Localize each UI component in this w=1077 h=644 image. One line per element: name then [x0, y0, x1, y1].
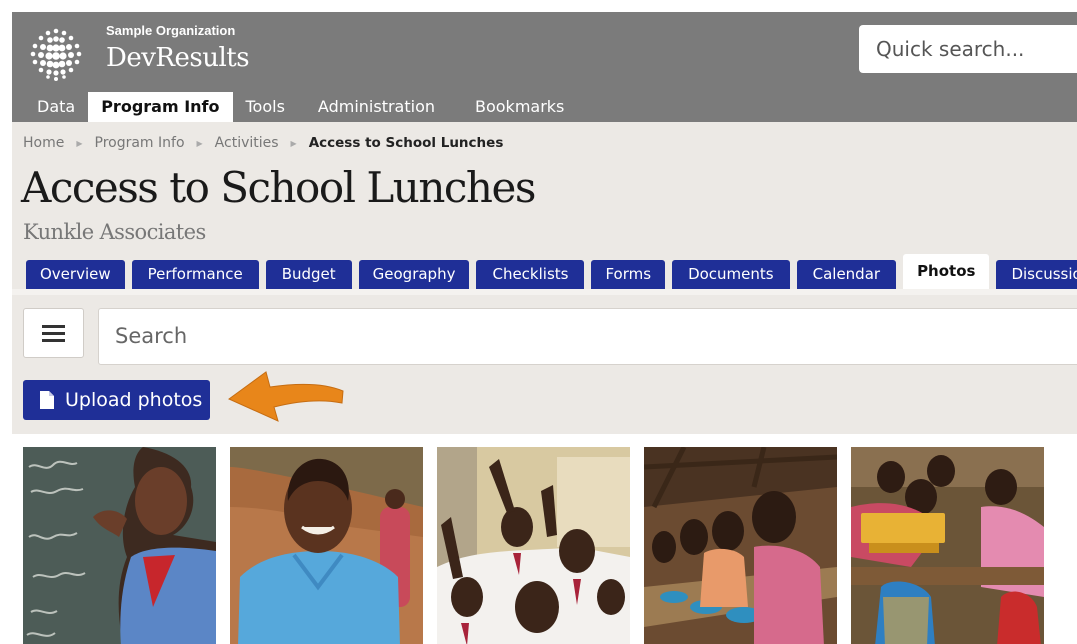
- breadcrumb-separator-icon: ▶: [76, 138, 83, 148]
- photo-thumbnail[interactable]: [23, 447, 216, 644]
- nav-data[interactable]: Data: [24, 92, 88, 122]
- tab-checklists[interactable]: Checklists: [476, 260, 585, 289]
- document-icon: [40, 391, 54, 409]
- upload-photos-label: Upload photos: [65, 389, 203, 411]
- photo-thumbnail[interactable]: [851, 447, 1044, 644]
- breadcrumb-separator-icon: ▶: [196, 138, 203, 148]
- upload-photos-button[interactable]: Upload photos: [23, 380, 210, 420]
- photo-gallery: [12, 434, 1077, 644]
- page-title: Access to School Lunches: [21, 163, 536, 212]
- organization-name: Sample Organization: [106, 23, 236, 38]
- breadcrumb-program-info[interactable]: Program Info: [95, 135, 185, 151]
- tab-discussion[interactable]: Discussion: [996, 260, 1077, 289]
- top-header: Sample Organization DevResults Quick sea…: [12, 12, 1077, 122]
- menu-icon: [42, 332, 65, 335]
- photo-thumbnail[interactable]: [644, 447, 837, 644]
- activity-tabs: Overview Performance Budget Geography Ch…: [26, 254, 1077, 289]
- breadcrumb: Home ▶ Program Info ▶ Activities ▶ Acces…: [23, 135, 503, 151]
- breadcrumb-current: Access to School Lunches: [308, 135, 504, 151]
- tab-performance[interactable]: Performance: [131, 260, 259, 289]
- nav-bookmarks[interactable]: Bookmarks: [455, 92, 584, 122]
- photo-thumbnail[interactable]: [230, 447, 423, 644]
- breadcrumb-home[interactable]: Home: [23, 135, 64, 151]
- tab-calendar[interactable]: Calendar: [796, 260, 897, 289]
- tab-documents[interactable]: Documents: [672, 260, 790, 289]
- breadcrumb-separator-icon: ▶: [290, 138, 297, 148]
- tab-forms[interactable]: Forms: [591, 260, 666, 289]
- nav-tools[interactable]: Tools: [233, 92, 298, 122]
- photo-thumbnail[interactable]: [437, 447, 630, 644]
- breadcrumb-activities[interactable]: Activities: [215, 135, 279, 151]
- photo-search-input[interactable]: Search: [98, 308, 1077, 365]
- devresults-logo-icon[interactable]: [28, 26, 84, 82]
- nav-administration[interactable]: Administration: [298, 92, 455, 122]
- menu-icon: [42, 325, 65, 328]
- tab-budget[interactable]: Budget: [265, 260, 352, 289]
- main-nav: Data Program Info Tools Administration B…: [24, 92, 584, 122]
- page-subtitle[interactable]: Kunkle Associates: [23, 220, 206, 244]
- quick-search-input[interactable]: Quick search...: [859, 25, 1077, 73]
- nav-program-info[interactable]: Program Info: [88, 92, 233, 122]
- menu-icon: [42, 339, 65, 342]
- app-name[interactable]: DevResults: [106, 43, 250, 73]
- tab-content-edge: [12, 289, 1077, 295]
- tab-overview[interactable]: Overview: [26, 260, 125, 289]
- orange-arrow-icon: [228, 371, 344, 422]
- tab-geography[interactable]: Geography: [358, 260, 470, 289]
- hamburger-menu-button[interactable]: [23, 308, 84, 358]
- app-window: Sample Organization DevResults Quick sea…: [12, 12, 1077, 644]
- tab-photos[interactable]: Photos: [903, 254, 990, 289]
